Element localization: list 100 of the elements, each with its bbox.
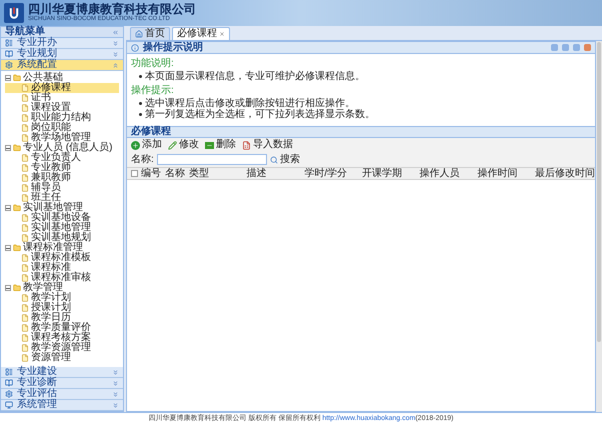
tree-item[interactable]: 课程设置: [31, 103, 71, 113]
tree-item[interactable]: 课程标准管理: [23, 243, 83, 253]
column-header[interactable]: 编号: [141, 168, 165, 178]
section-heading: 功能说明:: [131, 58, 175, 69]
sidebar-title: 导航菜单: [5, 27, 46, 37]
tree-item[interactable]: 教学场地管理: [31, 133, 91, 143]
accordion-header[interactable]: 系统配置: [1, 60, 123, 71]
column-header[interactable]: 最后修改时间: [535, 168, 596, 178]
tab-label: 必修课程: [177, 29, 217, 39]
document-icon: [21, 184, 29, 192]
search-icon: [270, 156, 278, 164]
toggle-icon[interactable]: [5, 145, 11, 151]
tree-item[interactable]: 课程标准模板: [31, 253, 91, 263]
toggle-icon[interactable]: [5, 245, 11, 251]
chevron-icon: [112, 380, 119, 386]
accordion-header[interactable]: 专业评估: [1, 389, 123, 400]
toolbar-button[interactable]: 删除: [205, 140, 236, 150]
tree-item[interactable]: 专业负责人: [31, 153, 81, 163]
tree-item[interactable]: 实训基地管理: [31, 223, 91, 233]
document-icon: [21, 174, 29, 182]
tab[interactable]: 首页: [130, 27, 170, 40]
tree-item[interactable]: 证书: [31, 93, 51, 103]
scrollbar[interactable]: [596, 41, 602, 412]
select-all-checkbox[interactable]: [130, 170, 138, 177]
tree-item[interactable]: 课程考核方案: [31, 333, 91, 343]
document-icon: [21, 314, 29, 322]
bullet-icon: [139, 113, 142, 116]
tree-item[interactable]: 教学管理: [23, 283, 63, 293]
column-header[interactable]: 名称: [165, 168, 189, 178]
accordion-header[interactable]: 专业开办: [1, 38, 123, 49]
toolbar-button[interactable]: 添加: [131, 140, 162, 150]
tree-item[interactable]: 职业能力结构: [31, 113, 91, 123]
tab[interactable]: 必修课程: [172, 27, 230, 40]
tree-item[interactable]: 课程标准审核: [31, 273, 91, 283]
column-header[interactable]: 类型: [189, 168, 247, 178]
collapse-icon[interactable]: [112, 28, 119, 36]
column-header[interactable]: 描述: [246, 168, 304, 178]
section-icon: [5, 368, 13, 376]
grid-title: 必修课程: [131, 127, 171, 137]
tree-item[interactable]: 教学日历: [31, 313, 71, 323]
folder-icon: [13, 204, 21, 212]
document-icon: [21, 324, 29, 332]
tree-item[interactable]: 专业教师: [31, 163, 71, 173]
section-label: 系统配置: [17, 60, 58, 70]
section-label: 专业规划: [17, 49, 58, 59]
section-icon: [5, 390, 13, 398]
tree-item[interactable]: 岗位职能: [31, 123, 71, 133]
toggle-icon[interactable]: [5, 285, 11, 291]
toolbar-button[interactable]: 修改: [168, 140, 199, 150]
tree-item[interactable]: 教学质量评价: [31, 323, 91, 333]
document-icon: [21, 304, 29, 312]
tree-item[interactable]: 课程标准: [31, 263, 71, 273]
document-icon: [21, 164, 29, 172]
column-header[interactable]: 操作人员: [420, 168, 478, 178]
tab-label: 首页: [145, 29, 165, 39]
document-icon: [21, 344, 29, 352]
tree-item[interactable]: 专业人员 (信息人员): [23, 143, 112, 153]
tree-item[interactable]: 授课计划: [31, 303, 71, 313]
accordion-header[interactable]: 专业诊断: [1, 378, 123, 389]
section-icon: [5, 50, 13, 58]
chevron-icon: [112, 390, 119, 398]
bullet-icon: [139, 75, 142, 78]
tree-item[interactable]: 班主任: [31, 193, 61, 203]
chevron-icon: [112, 402, 119, 408]
tree-item[interactable]: 兼职教师: [31, 173, 71, 183]
tree-item[interactable]: 实训基地管理: [23, 203, 83, 213]
home-icon: [135, 30, 143, 38]
tree-item[interactable]: 资源管理: [31, 353, 71, 363]
tree-item[interactable]: 实训基地规划: [31, 233, 91, 243]
accordion-header[interactable]: 系统管理: [1, 400, 123, 411]
accordion-header[interactable]: 专业建设: [1, 367, 123, 378]
tree-item[interactable]: 教学计划: [31, 293, 71, 303]
column-header[interactable]: 操作时间: [477, 168, 536, 178]
section-icon: [5, 61, 13, 69]
delete-icon: [205, 142, 214, 148]
chevron-icon: [112, 50, 119, 58]
tree-item[interactable]: 教学资源管理: [31, 343, 91, 353]
folder-icon: [13, 144, 21, 152]
accordion-header[interactable]: 专业规划: [1, 49, 123, 60]
tip-text: 选中课程后点击修改或删除按钮进行相应操作。: [145, 98, 355, 109]
panel-title: 操作提示说明: [143, 42, 204, 52]
section-icon: [5, 39, 13, 47]
toolbar-button[interactable]: 导入数据: [242, 140, 293, 150]
folder-icon: [13, 244, 21, 252]
document-icon: [21, 274, 29, 282]
tree-item[interactable]: 公共基础: [23, 73, 63, 83]
tree-item[interactable]: 辅导员: [31, 183, 61, 193]
section-label: 专业诊断: [17, 378, 58, 388]
toggle-icon[interactable]: [5, 75, 11, 81]
section-label: 系统管理: [17, 400, 58, 410]
section-icon: [5, 379, 13, 387]
document-icon: [21, 224, 29, 232]
tree-item[interactable]: 实训基地设备: [31, 213, 91, 223]
document-icon: [21, 124, 29, 132]
toggle-icon[interactable]: [5, 205, 11, 211]
search-field[interactable]: [156, 154, 267, 165]
column-header[interactable]: 学时/学分: [304, 168, 362, 178]
search-button[interactable]: 搜索: [270, 154, 300, 164]
tip-text: 本页面显示课程信息，专业可维护必修课程信息。: [145, 71, 365, 82]
column-header[interactable]: 开课学期: [362, 168, 420, 178]
